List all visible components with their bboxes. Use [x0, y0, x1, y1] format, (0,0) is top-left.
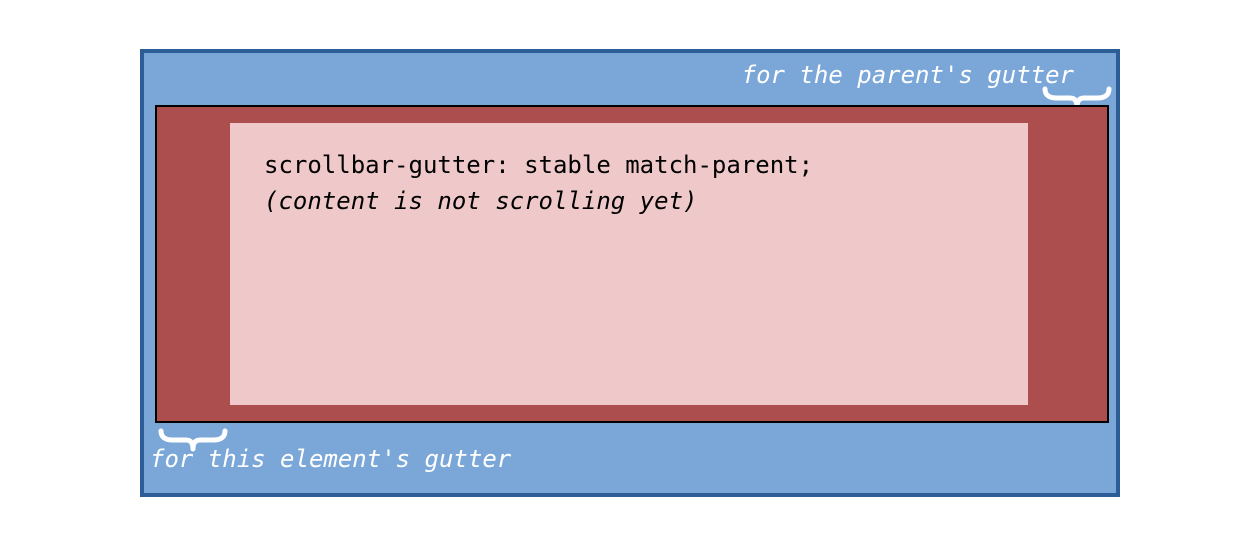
- diagram-stage: for the parent's gutter scrollbar-gutter…: [0, 0, 1260, 546]
- parent-box: for the parent's gutter scrollbar-gutter…: [140, 49, 1120, 497]
- child-box: scrollbar-gutter: stable match-parent; (…: [155, 105, 1109, 423]
- css-declaration: scrollbar-gutter: stable match-parent;: [264, 147, 994, 183]
- content-note: (content is not scrolling yet): [264, 183, 994, 219]
- element-gutter-label: for this element's gutter: [150, 445, 511, 473]
- parent-gutter-label: for the parent's gutter: [742, 61, 1074, 89]
- content-area: scrollbar-gutter: stable match-parent; (…: [230, 123, 1028, 405]
